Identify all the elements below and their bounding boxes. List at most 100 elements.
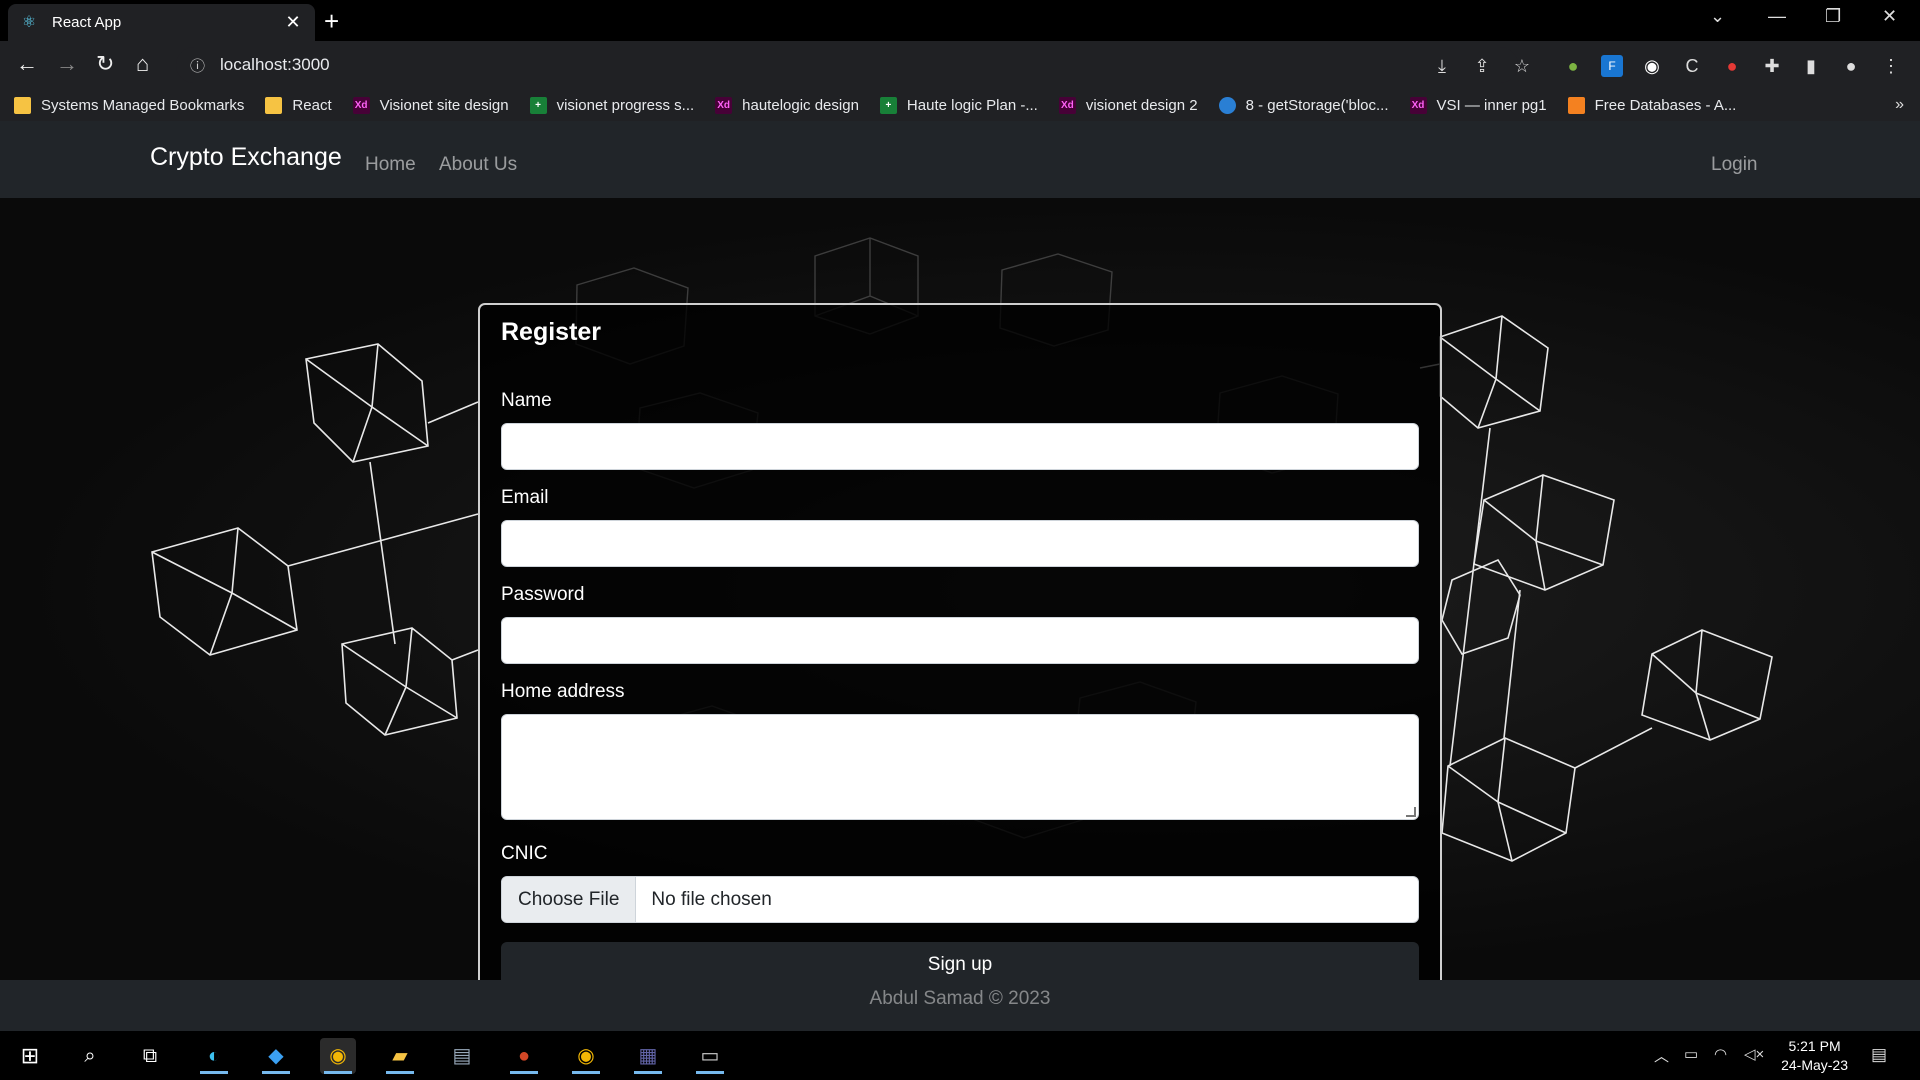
file-status-text: No file chosen [651,889,772,910]
chrome-icon[interactable]: ◉ [320,1038,356,1074]
share-icon[interactable]: ⇪ [1471,55,1493,77]
bookmark-label: visionet progress s... [556,96,695,114]
browser-window: ⚛ React App ✕ + ⌄ — ❐ ✕ ← → ↻ ⌂ ⓘ localh… [0,0,1920,1080]
extension-icon[interactable]: ● [1721,55,1743,77]
address-textarea[interactable] [501,714,1419,820]
bookmark-label: 8 - getStorage('bloc... [1245,96,1389,114]
cnic-file-input[interactable]: Choose File No file chosen [501,876,1419,923]
tray-overflow-icon[interactable]: ︿ [1654,1045,1669,1066]
notifications-icon[interactable]: ▤ [1871,1045,1887,1065]
bookmark-item[interactable]: Free Databases - A... [1567,96,1737,114]
address-bar[interactable]: ⓘ localhost:3000 [176,47,1518,83]
bookmarks-bar: Systems Managed Bookmarks React Xd Vision… [0,89,1920,121]
install-icon[interactable]: ⤓ [1431,55,1453,77]
side-panel-icon[interactable]: ▮ [1800,55,1822,77]
browser-tab[interactable]: ⚛ React App ✕ [8,4,315,41]
bookmark-item[interactable]: + visionet progress s... [529,96,695,114]
tab-strip: ⚛ React App ✕ + ⌄ — ❐ ✕ [0,0,1920,41]
bookmark-label: hautelogic design [742,96,859,114]
cnic-label: CNIC [501,843,548,864]
task-view-icon[interactable]: ⧉ [132,1038,168,1074]
register-title: Register [501,318,602,346]
extension-icon[interactable]: ◉ [1641,55,1663,77]
sheets-icon: + [879,96,897,114]
name-input[interactable] [501,423,1419,470]
close-window-button[interactable]: ✕ [1882,6,1897,27]
windows-taskbar: ⊞ ⌕ ⧉ ◐ ◆ ◉ ▰ ▤ ● ◉ ▦ ▭ ︿ ▭ ◠ ◁× 5:21 PM… [0,1031,1920,1080]
terminal-icon[interactable]: ▭ [692,1038,728,1074]
bookmark-label: Systems Managed Bookmarks [41,96,245,114]
bookmark-label: Visionet site design [379,96,509,114]
web-page: Crypto Exchange Home About Us Login Regi… [0,121,1920,1031]
bookmark-item[interactable]: Xd Visionet site design [352,96,509,114]
clock-date: 24-May-23 [1781,1057,1848,1073]
menu-icon[interactable]: ⋮ [1880,55,1902,77]
bookmark-item[interactable]: Xd hautelogic design [715,96,859,114]
browser-toolbar: ← → ↻ ⌂ ⓘ localhost:3000 ⤓ ⇪ ☆ ● F ◉ C ●… [0,41,1920,89]
bookmark-item[interactable]: Xd VSI — inner pg1 [1409,96,1547,114]
windows-start-icon[interactable]: ⊞ [12,1038,48,1074]
bookmark-label: Free Databases - A... [1594,96,1737,114]
bookmark-item[interactable]: Xd visionet design 2 [1058,96,1198,114]
drop-icon [1218,96,1236,114]
site-info-icon[interactable]: ⓘ [190,55,212,76]
chrome-profile-icon[interactable]: ◉ [568,1038,604,1074]
vscode-icon[interactable]: ◆ [258,1038,294,1074]
xd-icon: Xd [715,96,733,114]
home-icon[interactable]: ⌂ [136,51,149,77]
bookmark-item[interactable]: Systems Managed Bookmarks [14,96,245,114]
nav-home-link[interactable]: Home [365,154,416,176]
bookmark-star-icon[interactable]: ☆ [1511,55,1533,77]
sheets-icon: + [529,96,547,114]
resize-handle-icon[interactable] [1406,807,1416,817]
restore-button[interactable]: ❐ [1825,6,1841,27]
powerpoint-icon[interactable]: ● [506,1038,542,1074]
xd-icon: Xd [1409,96,1427,114]
address-label: Home address [501,681,625,702]
bookmark-item[interactable]: 8 - getStorage('bloc... [1218,96,1389,114]
wifi-icon[interactable]: ◠ [1714,1045,1727,1063]
password-label: Password [501,584,585,605]
folder-icon [265,96,283,114]
bookmark-label: Haute logic Plan -... [906,96,1038,114]
tab-search-icon[interactable]: ⌄ [1710,6,1725,27]
back-icon[interactable]: ← [16,51,38,77]
forward-icon[interactable]: → [56,51,78,77]
app-navbar: Crypto Exchange Home About Us Login [0,121,1920,198]
email-input[interactable] [501,520,1419,567]
extensions-puzzle-icon[interactable]: ✚ [1761,55,1783,77]
close-tab-icon[interactable]: ✕ [283,12,303,33]
name-label: Name [501,390,552,411]
edge-icon[interactable]: ◐ [196,1038,232,1074]
xd-icon: Xd [352,96,370,114]
page-footer: Abdul Samad © 2023 [0,980,1920,1031]
bookmark-label: React [292,96,332,114]
bookmark-label: visionet design 2 [1085,96,1198,114]
profile-icon[interactable]: ● [1840,55,1862,77]
battery-icon[interactable]: ▭ [1684,1045,1698,1063]
bookmark-item[interactable]: React [265,96,332,114]
reload-icon[interactable]: ↻ [96,51,114,77]
database-icon[interactable]: ▤ [444,1038,480,1074]
brand-link[interactable]: Crypto Exchange [150,143,342,172]
clock[interactable]: 5:21 PM 24-May-23 [1781,1037,1848,1075]
file-explorer-icon[interactable]: ▰ [382,1038,418,1074]
tab-title: React App [52,14,122,31]
nav-login-link[interactable]: Login [1711,154,1758,176]
teams-icon[interactable]: ▦ [630,1038,666,1074]
extension-icon[interactable]: C [1681,55,1703,77]
register-card: Register Name Email Password Home addres… [478,303,1442,1013]
clock-time: 5:21 PM [1788,1038,1841,1054]
volume-muted-icon[interactable]: ◁× [1744,1045,1764,1063]
search-icon[interactable]: ⌕ [72,1038,108,1074]
minimize-button[interactable]: — [1768,6,1786,27]
email-label: Email [501,487,549,508]
choose-file-button[interactable]: Choose File [502,877,637,922]
bookmarks-overflow-icon[interactable]: » [1895,89,1904,121]
new-tab-button[interactable]: + [324,7,339,35]
nav-about-link[interactable]: About Us [439,154,517,176]
bookmark-item[interactable]: + Haute logic Plan -... [879,96,1038,114]
extension-icon[interactable]: ● [1562,55,1584,77]
password-input[interactable] [501,617,1419,664]
extension-icon[interactable]: F [1601,55,1623,77]
